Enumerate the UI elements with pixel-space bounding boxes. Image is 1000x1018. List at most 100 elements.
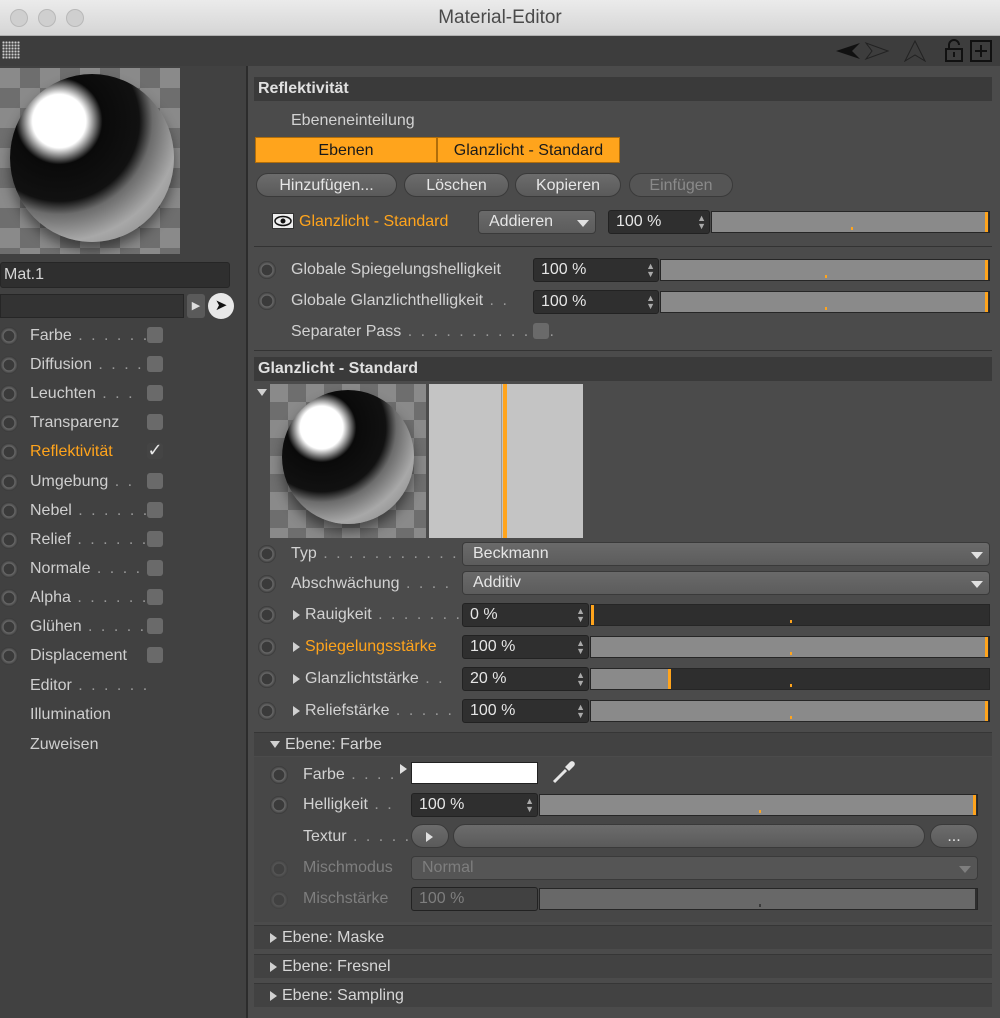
roughness-label[interactable]: Rauigkeit . . . . . . . . bbox=[293, 606, 475, 624]
reflection-strength-field[interactable]: 100 % ▲ ▼ bbox=[462, 635, 589, 659]
channel-checkbox[interactable] bbox=[147, 618, 163, 634]
roughness-field[interactable]: 0 % ▲ ▼ bbox=[462, 603, 589, 627]
brightness-slider[interactable] bbox=[539, 794, 978, 816]
specular-strength-slider[interactable] bbox=[590, 668, 990, 690]
channel-item[interactable]: Transparenz bbox=[0, 411, 246, 437]
bump-strength-slider[interactable] bbox=[590, 700, 990, 722]
extra-item[interactable]: Illumination bbox=[0, 703, 246, 729]
channel-item[interactable]: Glühen . . . . . bbox=[0, 615, 246, 641]
channel-label[interactable]: Alpha . . . . . . bbox=[30, 589, 148, 607]
channel-anim-icon[interactable] bbox=[0, 588, 18, 607]
type-dropdown[interactable]: Beckmann bbox=[462, 542, 990, 566]
new-window-icon[interactable] bbox=[970, 40, 992, 62]
channel-item[interactable]: Displacement bbox=[0, 644, 246, 670]
up-arrow-icon[interactable] bbox=[904, 40, 926, 62]
specular-preview[interactable] bbox=[270, 384, 426, 538]
channel-checkbox[interactable]: ✓ bbox=[147, 441, 163, 460]
reflection-strength-slider[interactable] bbox=[590, 636, 990, 658]
global-specular-field[interactable]: 100 % ▲ ▼ bbox=[533, 290, 659, 314]
channel-label[interactable]: Normale . . . . bbox=[30, 560, 142, 578]
channel-label[interactable]: Diffusion . . . . bbox=[30, 356, 144, 374]
slider-knob[interactable] bbox=[591, 605, 594, 625]
channel-checkbox[interactable] bbox=[147, 356, 163, 373]
channel-item[interactable]: Relief . . . . . . bbox=[0, 528, 246, 554]
pick-cursor-icon[interactable]: ➤ bbox=[208, 293, 234, 319]
brightness-field[interactable]: 100 % ▲ ▼ bbox=[411, 793, 538, 817]
bump-strength-label[interactable]: Reliefstärke . . . . . bbox=[293, 702, 454, 720]
channel-label[interactable]: Nebel . . . . . . bbox=[30, 502, 149, 520]
blend-strength-slider[interactable] bbox=[539, 888, 978, 910]
bump-strength-anim-icon[interactable] bbox=[258, 702, 276, 720]
channel-anim-icon[interactable] bbox=[0, 472, 18, 491]
texture-menu-button[interactable] bbox=[411, 824, 449, 848]
channel-label[interactable]: Relief . . . . . . bbox=[30, 531, 148, 549]
layer-color-header[interactable]: Ebene: Farbe bbox=[254, 732, 992, 756]
grip-icon[interactable] bbox=[2, 41, 20, 59]
slider-knob[interactable] bbox=[985, 212, 988, 232]
extra-item-label[interactable]: Illumination bbox=[30, 706, 111, 724]
texture-more-button[interactable]: ... bbox=[930, 824, 978, 848]
collapse-triangle-icon[interactable] bbox=[257, 389, 267, 397]
channel-label[interactable]: Glühen . . . . . bbox=[30, 618, 146, 636]
type-anim-icon[interactable] bbox=[258, 545, 276, 563]
lock-icon[interactable] bbox=[944, 39, 964, 63]
channel-anim-icon[interactable] bbox=[0, 618, 18, 636]
channel-anim-icon[interactable] bbox=[0, 385, 18, 404]
channel-anim-icon[interactable] bbox=[0, 327, 18, 345]
specular-strength-label[interactable]: Glanzlichtstärke . . bbox=[293, 670, 445, 688]
channel-anim-icon[interactable] bbox=[0, 530, 18, 549]
forward-arrow-icon[interactable] bbox=[864, 41, 890, 61]
delete-layer-button[interactable]: Löschen bbox=[404, 173, 509, 197]
attenuation-anim-icon[interactable] bbox=[258, 575, 276, 593]
channel-anim-icon[interactable] bbox=[0, 414, 18, 433]
channel-label[interactable]: Displacement bbox=[30, 647, 127, 665]
layer-mask-header[interactable]: Ebene: Maske bbox=[254, 925, 992, 949]
blend-strength-field[interactable]: 100 % bbox=[411, 887, 538, 911]
channel-label[interactable]: Umgebung . . bbox=[30, 473, 134, 491]
slider-knob[interactable] bbox=[667, 669, 671, 689]
layer-fresnel-header[interactable]: Ebene: Fresnel bbox=[254, 954, 992, 978]
channel-item[interactable]: Diffusion . . . . bbox=[0, 353, 246, 379]
extra-item[interactable]: Editor . . . . . . bbox=[0, 674, 246, 700]
copy-layer-button[interactable]: Kopieren bbox=[515, 173, 621, 197]
extra-item-label[interactable]: Zuweisen bbox=[30, 736, 98, 754]
slider-knob[interactable] bbox=[985, 260, 988, 280]
specular-strength-field[interactable]: 20 % ▲ ▼ bbox=[462, 667, 589, 691]
channel-anim-icon[interactable] bbox=[0, 356, 18, 375]
slider-knob[interactable] bbox=[985, 701, 988, 721]
channel-checkbox[interactable] bbox=[147, 530, 163, 547]
layer-opacity-field[interactable]: 100 % ▲ ▼ bbox=[608, 210, 710, 234]
reflection-strength-anim-icon[interactable] bbox=[258, 638, 276, 656]
specular-strength-anim-icon[interactable] bbox=[258, 670, 276, 688]
roughness-slider[interactable] bbox=[590, 604, 990, 626]
eye-icon[interactable] bbox=[272, 213, 294, 229]
add-layer-button[interactable]: Hinzufügen... bbox=[256, 173, 397, 197]
channel-checkbox[interactable] bbox=[147, 385, 163, 402]
channel-checkbox[interactable] bbox=[147, 414, 163, 431]
layer-sampling-header[interactable]: Ebene: Sampling bbox=[254, 983, 992, 1007]
color-swatch[interactable] bbox=[411, 762, 538, 784]
slider-knob[interactable] bbox=[985, 292, 988, 312]
layers-tab[interactable]: Ebenen bbox=[255, 137, 437, 163]
material-name-field[interactable]: Mat.1 bbox=[0, 262, 230, 288]
global-specular-anim-icon[interactable] bbox=[258, 292, 276, 310]
channel-item[interactable]: Leuchten . . . bbox=[0, 382, 246, 408]
attenuation-dropdown[interactable]: Additiv bbox=[462, 571, 990, 595]
back-arrow-icon[interactable] bbox=[836, 41, 862, 61]
bump-strength-field[interactable]: 100 % ▲ ▼ bbox=[462, 699, 589, 723]
brightness-anim-icon[interactable] bbox=[270, 796, 288, 814]
extra-item-label[interactable]: Editor . . . . . . bbox=[30, 677, 149, 695]
texture-slot[interactable] bbox=[453, 824, 925, 848]
separate-pass-checkbox[interactable] bbox=[533, 323, 549, 339]
global-reflection-field[interactable]: 100 % ▲ ▼ bbox=[533, 258, 659, 282]
roughness-anim-icon[interactable] bbox=[258, 606, 276, 624]
channel-label[interactable]: Reflektivität bbox=[30, 443, 113, 461]
channel-item[interactable]: Reflektivität ✓ bbox=[0, 440, 246, 466]
channel-checkbox[interactable] bbox=[147, 559, 163, 576]
reflection-strength-label[interactable]: Spiegelungsstärke bbox=[293, 638, 437, 656]
specular-curve-graph[interactable] bbox=[429, 384, 583, 538]
channel-checkbox[interactable] bbox=[147, 472, 163, 489]
channel-checkbox[interactable] bbox=[147, 588, 163, 605]
channel-anim-icon[interactable] bbox=[0, 647, 18, 666]
channel-anim-icon[interactable] bbox=[0, 501, 18, 520]
